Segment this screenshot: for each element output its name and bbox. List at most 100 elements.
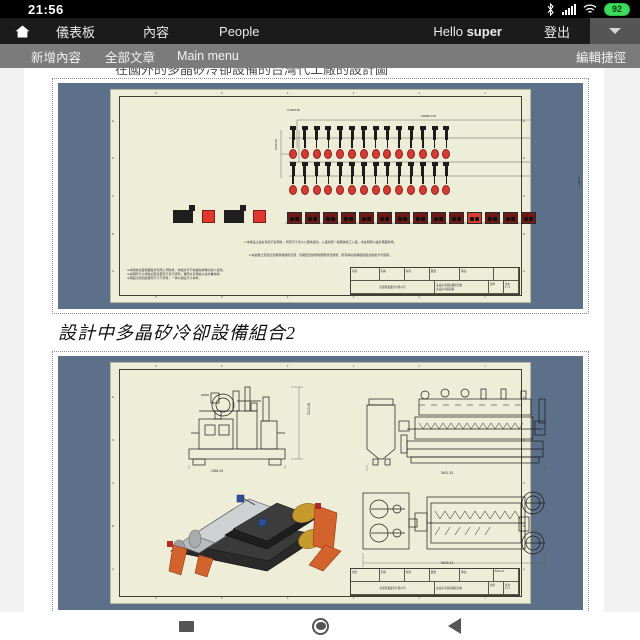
machine-unit bbox=[224, 205, 246, 223]
figure-1[interactable]: 6 5 4 3 2 1 6 5 4 3 2 1 E D C B A E D C … bbox=[52, 78, 589, 314]
nozzle bbox=[289, 126, 297, 148]
cooling-disc bbox=[300, 185, 309, 195]
unit-box bbox=[305, 212, 320, 224]
admin-item-content[interactable]: 內容 bbox=[143, 22, 169, 41]
cooling-disc bbox=[359, 149, 368, 159]
figure-2-mount: 6 5 4 3 2 1 6 5 4 3 2 1 E D C B A E D C … bbox=[58, 356, 583, 610]
battery-icon: 92 bbox=[604, 2, 630, 16]
nozzle bbox=[360, 162, 368, 184]
home-circle-icon[interactable] bbox=[312, 617, 330, 635]
nozzle bbox=[395, 126, 403, 148]
figure-2[interactable]: 6 5 4 3 2 1 6 5 4 3 2 1 E D C B A E D C … bbox=[52, 351, 589, 612]
tb-cell: 備註 bbox=[460, 268, 494, 281]
unit-box bbox=[377, 212, 392, 224]
unit-box bbox=[323, 212, 338, 224]
dim-plan-width: 5645.14 bbox=[441, 561, 454, 565]
nozzle-array bbox=[289, 126, 451, 198]
nozzle bbox=[301, 162, 309, 184]
toolbar-item-add-content[interactable]: 新增內容 bbox=[31, 47, 81, 66]
unit-box bbox=[359, 212, 374, 224]
admin-greeting-prefix: Hello bbox=[433, 23, 467, 39]
admin-home-button[interactable] bbox=[0, 25, 44, 38]
tb-titles: 多晶矽冷卻設備組合圖 多晶矽冷卻設備 bbox=[435, 281, 489, 294]
tb-cell: 材質 bbox=[404, 569, 430, 582]
recents-square-icon[interactable] bbox=[179, 620, 195, 632]
title-block-row-2: 奕盛興業股份有限公司 多晶矽冷卻設備組合圖 多晶矽冷卻設備 比例 張次 1 / … bbox=[351, 281, 519, 294]
tb-cell: 數量 bbox=[429, 569, 461, 582]
unit-box bbox=[503, 212, 518, 224]
nozzle bbox=[336, 126, 344, 148]
dim-front-width: 1584.94 bbox=[211, 469, 224, 473]
nozzle bbox=[360, 126, 368, 148]
ruler-left: E D C B A bbox=[112, 394, 115, 572]
admin-item-dashboard[interactable]: 儀表板 bbox=[56, 22, 95, 41]
admin-dropdown-button[interactable] bbox=[590, 18, 640, 44]
page-content: 在國外的多晶矽冷卻設備的台灣代工廠的設計圖 6 5 4 3 2 1 6 5 4 … bbox=[0, 68, 640, 612]
figure-1-mount: 6 5 4 3 2 1 6 5 4 3 2 1 E D C B A E D C … bbox=[58, 83, 583, 309]
cooling-disc bbox=[336, 185, 345, 195]
shortcut-toolbar: 新增內容 全部文章 Main menu 編輯捷徑 bbox=[0, 44, 640, 68]
back-triangle-icon[interactable] bbox=[447, 618, 461, 634]
toolbar-edit-shortcuts[interactable]: 編輯捷徑 bbox=[576, 47, 626, 66]
nozzle bbox=[348, 162, 356, 184]
article-body: 6 5 4 3 2 1 6 5 4 3 2 1 E D C B A E D C … bbox=[52, 78, 589, 612]
cooling-disc bbox=[418, 149, 427, 159]
nozzle bbox=[442, 162, 450, 184]
nozzle bbox=[407, 126, 415, 148]
side-elevation-view bbox=[366, 388, 546, 471]
tb-cell: 名稱 bbox=[379, 569, 405, 582]
cooling-disc bbox=[289, 149, 297, 159]
cooling-disc bbox=[371, 185, 380, 195]
nozzle bbox=[324, 126, 332, 148]
tb-company: 奕盛興業股份有限公司 bbox=[351, 582, 435, 595]
cooling-disc bbox=[312, 185, 321, 195]
cooling-disc bbox=[324, 149, 333, 159]
nozzle bbox=[395, 162, 403, 184]
admin-greeting[interactable]: Hello super bbox=[433, 24, 502, 39]
nozzle bbox=[383, 126, 391, 148]
unit-box-highlight bbox=[467, 212, 482, 224]
home-icon bbox=[15, 25, 29, 37]
unit-box bbox=[413, 212, 428, 224]
admin-logout-button[interactable]: 登出 bbox=[544, 22, 570, 41]
tb-scale: 比例 bbox=[488, 582, 504, 595]
disc-row-2 bbox=[289, 185, 451, 195]
toolbar-item-main-menu[interactable]: Main menu bbox=[177, 49, 239, 63]
ruler-top: 6 5 4 3 2 1 bbox=[155, 364, 486, 368]
admin-item-people[interactable]: People bbox=[219, 24, 259, 39]
cooling-disc bbox=[371, 149, 380, 159]
tb-scale: 比例 bbox=[488, 281, 504, 294]
unit-box bbox=[341, 212, 356, 224]
drawing-note-block: ※本圖為奕盛興業股份有限公司財產，非經許可不得複製或轉交他人使用。 ※本圖所示之… bbox=[127, 268, 226, 280]
unit-box bbox=[287, 212, 302, 224]
unit-box bbox=[395, 212, 410, 224]
nozzle bbox=[372, 162, 380, 184]
front-elevation-view bbox=[188, 386, 303, 469]
tb-cell: 材質 bbox=[404, 268, 430, 281]
tb-cell: 5064.14 bbox=[493, 569, 519, 582]
cooling-disc bbox=[324, 185, 333, 195]
cooling-disc bbox=[300, 149, 309, 159]
unit-box-row bbox=[287, 212, 536, 224]
drawing-note-2: 2.本設備之安裝位置需預留維修空間，管路配置依現場實際狀況調整，所有焊接處需經檢… bbox=[248, 253, 393, 257]
tb-title-bottom: 多晶矽冷卻設備 bbox=[436, 288, 455, 291]
bluetooth-icon bbox=[546, 2, 555, 16]
page-left-margin bbox=[0, 68, 24, 612]
drawing-note-1: 1.本產品之設計除另行註明外，所有尺寸皆以公厘為單位，公差依照一般機械加工公差，… bbox=[244, 240, 397, 244]
cooling-disc bbox=[430, 185, 439, 195]
machine-unit bbox=[173, 205, 195, 223]
cooling-disc bbox=[442, 185, 451, 195]
toolbar-item-all-posts[interactable]: 全部文章 bbox=[105, 47, 155, 66]
nozzle bbox=[419, 126, 427, 148]
ruler-bottom: 6 5 4 3 2 1 bbox=[155, 596, 486, 600]
dim-front-height: 3013.35 bbox=[307, 402, 311, 415]
figure-caption: 設計中多晶矽冷卻設備組合2 bbox=[58, 323, 296, 343]
isometric-3d-view bbox=[163, 479, 353, 579]
left-machine-group bbox=[173, 205, 266, 223]
tb-company: 奕盛興業股份有限公司 bbox=[351, 281, 435, 294]
cooling-disc bbox=[442, 149, 451, 159]
title-block-row-1: 項次 名稱 材質 數量 備註 bbox=[351, 268, 519, 281]
cooling-disc bbox=[359, 185, 368, 195]
cooling-disc bbox=[312, 149, 321, 159]
cooling-disc bbox=[347, 185, 356, 195]
